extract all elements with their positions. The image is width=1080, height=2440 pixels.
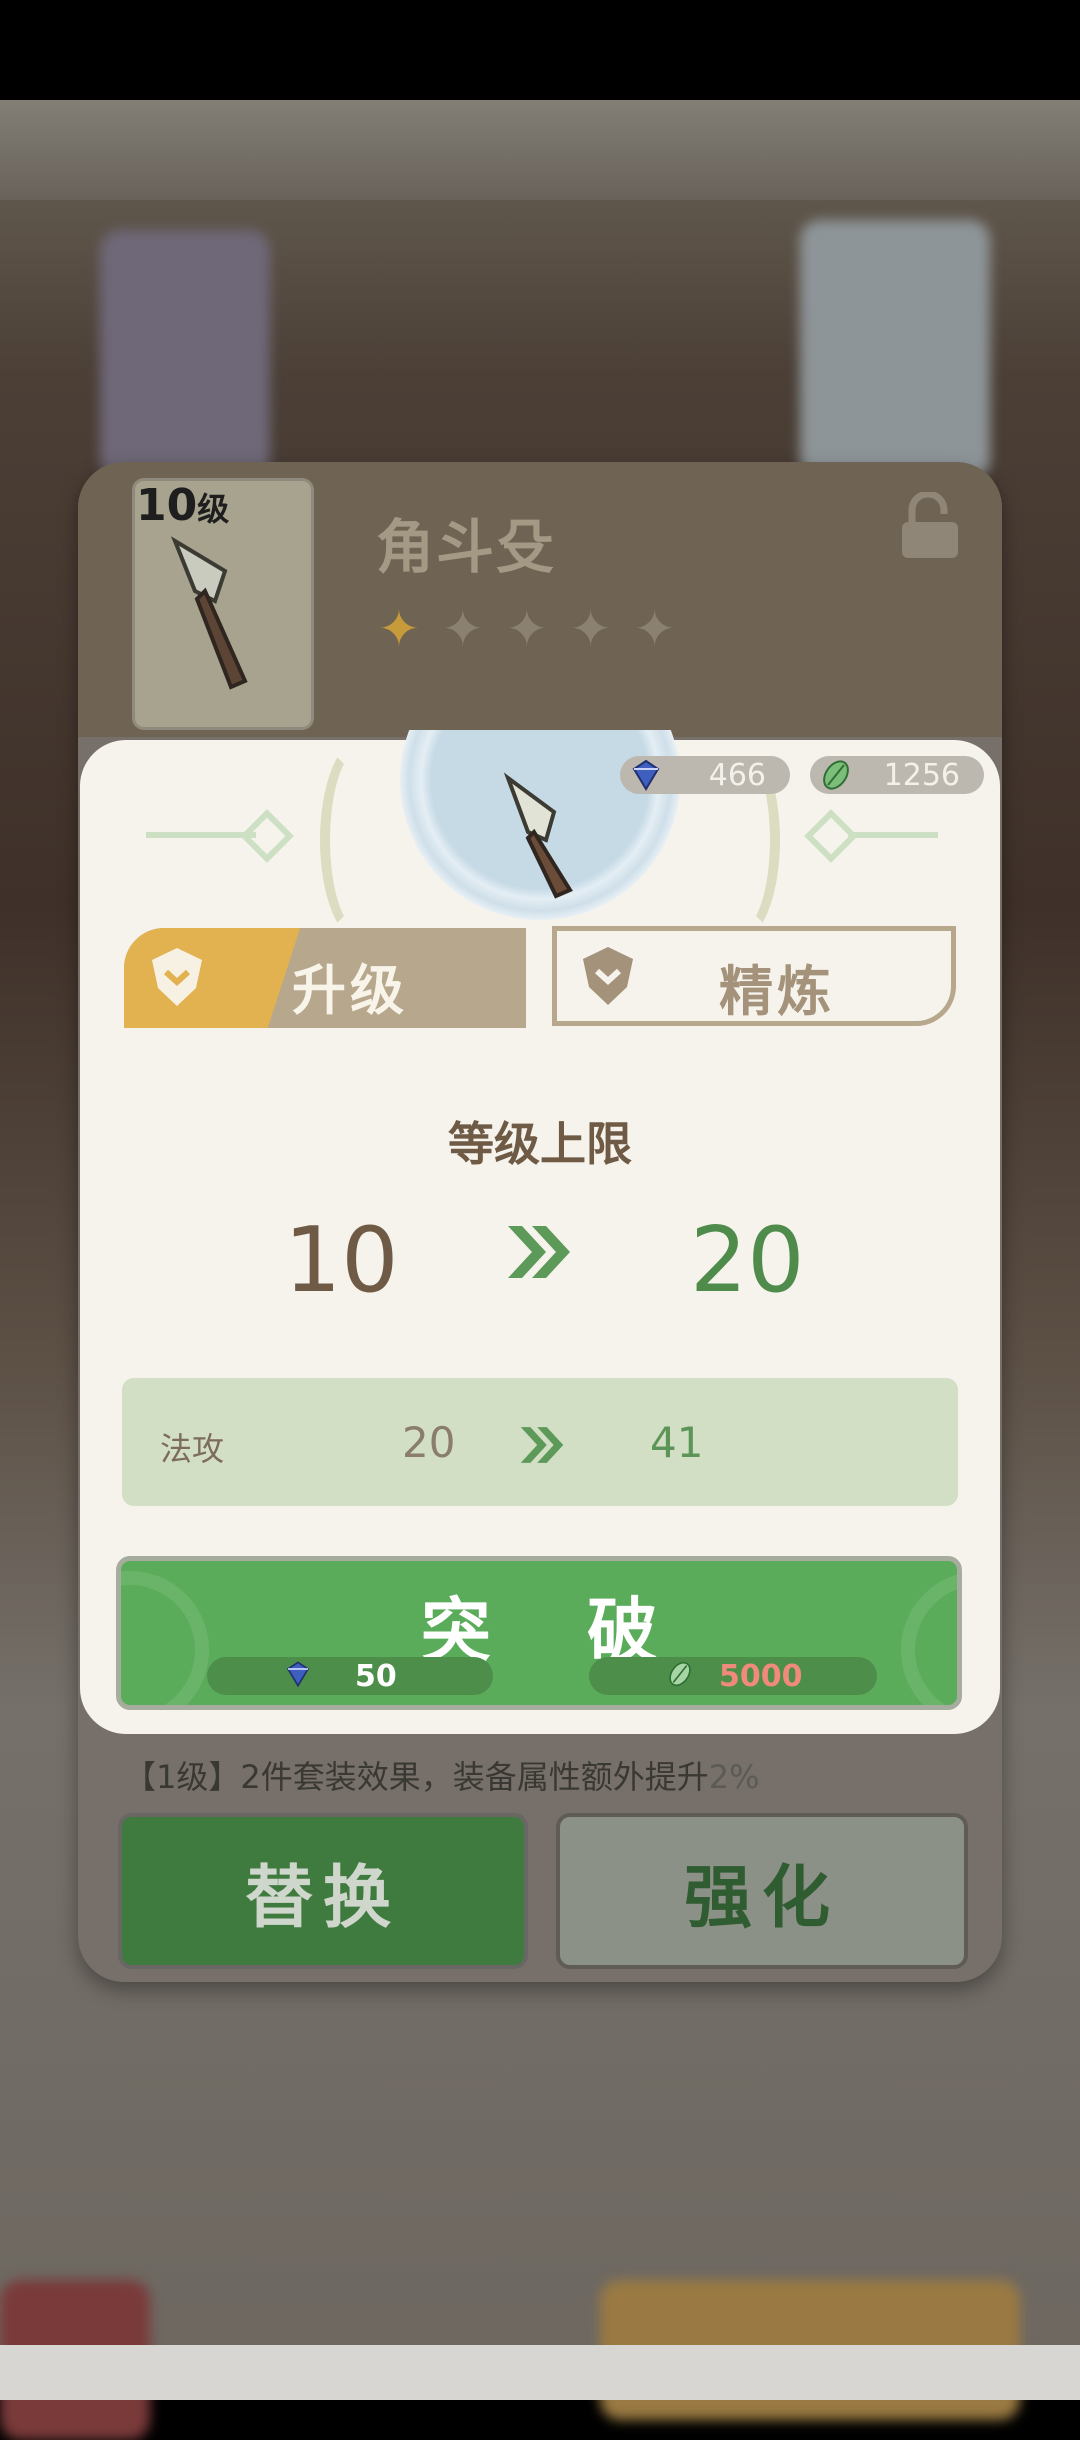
gem-cost-amount: 50 <box>355 1658 397 1694</box>
star-rating: ✦ ✦ ✦ ✦ ✦ <box>378 600 676 658</box>
decor-line-right <box>848 832 938 838</box>
unlock-icon[interactable] <box>898 492 962 562</box>
refine-emblem-icon <box>583 947 633 1005</box>
item-level: 10级 <box>136 480 230 531</box>
level-cap-from: 10 <box>284 1208 399 1313</box>
gem-counter: 466 <box>620 756 790 794</box>
blue-gem-icon <box>286 1661 310 1688</box>
decor-gear-left <box>320 740 400 940</box>
tab-upgrade-label: 升级 <box>292 959 408 1022</box>
upgrade-emblem-icon <box>152 948 202 1006</box>
tab-refine-label: 精炼 <box>719 960 835 1023</box>
background-top-bar <box>0 100 1080 200</box>
star-icon: ✦ <box>569 600 612 658</box>
bottom-navigation-strip <box>0 2345 1080 2400</box>
stat-to: 41 <box>650 1418 704 1467</box>
spear-icon <box>503 772 573 899</box>
level-cap-to: 20 <box>690 1208 805 1313</box>
gem-amount: 466 <box>708 757 766 793</box>
set-bonus-text: 【1级】2件套装效果，装备属性额外提升2% <box>124 1758 760 1796</box>
replace-button[interactable]: 替换 <box>118 1813 528 1969</box>
double-chevron-icon <box>520 1427 564 1463</box>
background-portrait <box>800 220 990 480</box>
strengthen-button[interactable]: 强化 <box>556 1813 968 1969</box>
leaf-icon <box>823 760 849 790</box>
tab-upgrade[interactable]: 升级 <box>124 928 526 1028</box>
level-cap-title: 等级上限 <box>448 1117 632 1171</box>
leaf-cost-amount: 5000 <box>719 1658 803 1694</box>
leaf-icon <box>669 1661 691 1687</box>
leaf-amount: 1256 <box>883 757 960 793</box>
star-icon: ✦ <box>378 600 420 658</box>
leaf-cost: 5000 <box>589 1657 877 1695</box>
item-name: 角斗殳 <box>376 513 557 581</box>
background-portrait <box>100 230 270 480</box>
gem-cost: 50 <box>207 1657 493 1695</box>
star-icon: ✦ <box>505 600 548 658</box>
blue-gem-icon <box>632 759 660 791</box>
breakthrough-button[interactable]: 突 破 50 5000 <box>116 1556 962 1710</box>
star-icon: ✦ <box>633 600 676 658</box>
tab-refine[interactable]: 精炼 <box>552 926 956 1026</box>
stat-from: 20 <box>402 1418 456 1467</box>
star-icon: ✦ <box>441 600 484 658</box>
double-chevron-icon <box>508 1226 570 1278</box>
leaf-counter: 1256 <box>810 756 984 794</box>
stat-name: 法攻 <box>160 1430 225 1468</box>
